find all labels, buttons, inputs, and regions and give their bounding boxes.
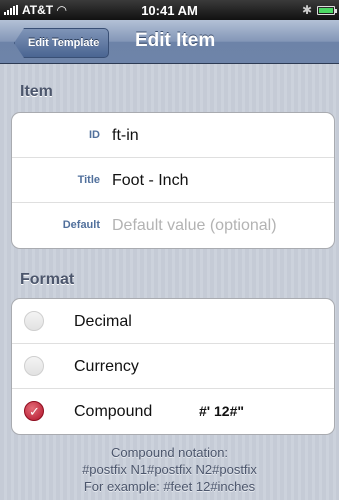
default-row[interactable]: Default Default value (optional) (12, 203, 334, 248)
format-section-header: Format (20, 271, 75, 288)
title-label: Title (77, 174, 100, 186)
item-section-header: Item (20, 83, 53, 100)
option-compound[interactable]: ✓ Compound #' 12#" (12, 389, 334, 434)
option-label: Decimal (74, 313, 132, 330)
back-button[interactable]: Edit Template (14, 28, 110, 58)
radio-unchecked-icon[interactable] (24, 356, 44, 376)
status-right: ✱ (301, 3, 337, 17)
format-group: Decimal Currency ✓ Compound #' 12#" (11, 298, 335, 435)
option-currency[interactable]: Currency (12, 344, 334, 389)
title-field[interactable]: Foot - Inch (112, 158, 188, 203)
option-label: Compound (74, 403, 153, 420)
default-field[interactable]: Default value (optional) (112, 203, 277, 248)
option-decimal[interactable]: Decimal (12, 299, 334, 344)
title-row[interactable]: Title Foot - Inch (12, 158, 334, 203)
footer-line-3: For example: #feet 12#inches (83, 479, 256, 494)
id-label: ID (89, 129, 100, 141)
checkmark-icon: ✓ (29, 404, 40, 419)
radio-unchecked-icon[interactable] (24, 311, 44, 331)
option-label: Currency (74, 358, 139, 375)
item-group: ID ft-in Title Foot - Inch Default Defau… (11, 112, 335, 249)
compound-format-value: #' 12#" (199, 403, 245, 419)
id-field[interactable]: ft-in (112, 113, 139, 158)
footer-note: Compound notation: #postfix N1#postfix N… (0, 444, 339, 495)
footer-line-2: #postfix N1#postfix N2#postfix (82, 462, 257, 477)
status-time: 10:41 AM (141, 3, 198, 18)
bluetooth-icon: ✱ (301, 3, 312, 17)
footer-line-1: Compound notation: (110, 445, 229, 460)
battery-icon (317, 5, 337, 15)
status-bar: AT&T ◠ 10:41 AM ✱ (0, 0, 339, 20)
id-row[interactable]: ID ft-in (12, 113, 334, 158)
checkmark-circle-icon[interactable]: ✓ (24, 401, 44, 421)
navigation-bar: Edit Template Edit Item (0, 20, 339, 64)
default-label: Default (62, 219, 100, 231)
page-title: Edit Item (135, 30, 216, 51)
